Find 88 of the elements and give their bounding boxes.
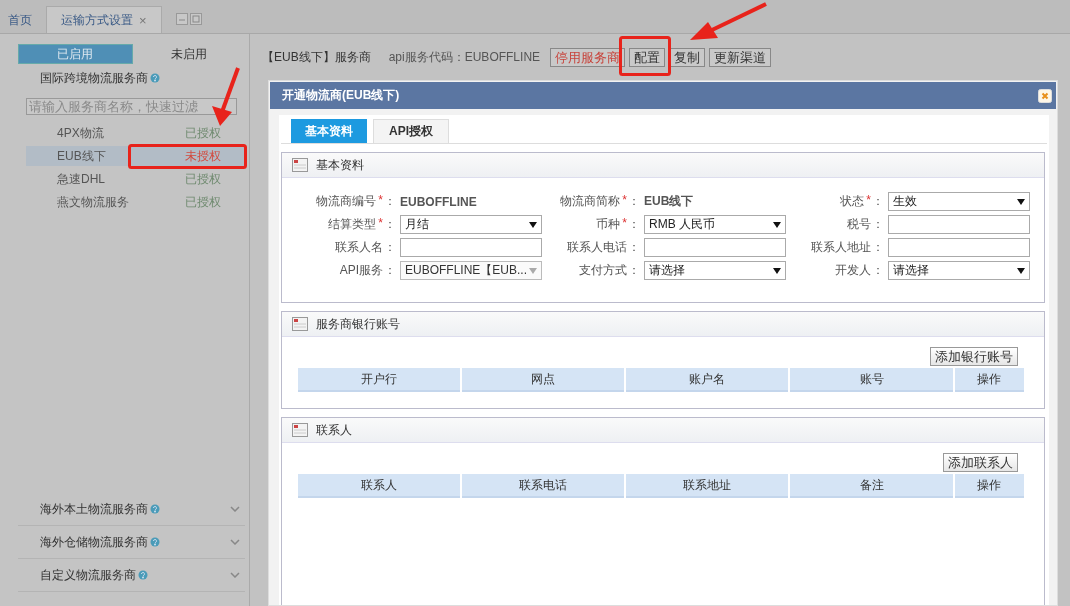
chevron-down-icon (230, 572, 240, 578)
maximize-icon (189, 13, 202, 25)
field-label: 开发人： (834, 262, 884, 279)
auth-status: 已授权 (185, 124, 221, 142)
group-title[interactable]: 国际跨境物流服务商 (40, 69, 148, 87)
group-header[interactable]: 海外本土物流服务商 (18, 493, 245, 526)
panel-icon (292, 316, 308, 332)
provider-name: 燕文物流服务 (57, 193, 129, 211)
dialog-tab[interactable]: API授权 (373, 119, 449, 143)
section-title: 联系人 (316, 421, 352, 439)
auth-status: 已授权 (185, 193, 221, 211)
group-title: 海外本土物流服务商 (40, 500, 148, 518)
input-field[interactable] (400, 238, 542, 257)
dropdown-arrow-icon (529, 267, 537, 274)
close-icon[interactable] (1038, 88, 1052, 103)
dropdown-arrow-icon (1017, 198, 1025, 205)
field-label: 联系人地址： (810, 239, 884, 256)
help-icon (150, 537, 160, 547)
column-header: 联系电话 (462, 474, 625, 498)
provider-name: 4PX物流 (57, 124, 104, 142)
provider-name: 急速DHL (57, 170, 105, 188)
provider-row[interactable]: 急速DHL 已授权 (26, 169, 245, 189)
help-icon (150, 504, 160, 514)
field-value: EUB线下 (644, 193, 695, 210)
filter-tab[interactable]: 未启用 (132, 44, 245, 64)
toolbar-button[interactable]: 配置 (629, 47, 666, 67)
tab[interactable]: 运输方式设置 × (46, 6, 162, 33)
column-header: 联系地址 (626, 474, 789, 498)
select-field[interactable]: 请选择 (644, 261, 786, 280)
provider-row[interactable]: EUB线下 未授权 (26, 146, 245, 166)
dropdown-arrow-icon (773, 267, 781, 274)
panel-icon (292, 157, 308, 173)
chevron-down-icon (230, 506, 240, 512)
help-icon (150, 73, 160, 83)
provider-row[interactable]: 燕文物流服务 已授权 (26, 192, 245, 212)
select-field[interactable]: 生效 (888, 192, 1030, 211)
api-code: api服务代码：EUBOFFLINE (388, 48, 541, 66)
column-header: 操作 (954, 474, 1024, 498)
field-label: 币种 *： (595, 216, 640, 233)
field-label: 物流商编号 *： (315, 193, 396, 210)
group-header[interactable]: 自定义物流服务商 (18, 559, 245, 592)
minimize-icon (175, 13, 188, 25)
section-title: 基本资料 (316, 156, 364, 174)
provider-name: EUB线下 (57, 147, 106, 165)
provider-title: 【EUB线下】服务商 (262, 48, 371, 66)
panel-icon (292, 422, 308, 438)
column-header: 账户名 (626, 368, 789, 392)
section-title: 服务商银行账号 (316, 315, 400, 333)
tab[interactable]: 首页 (0, 7, 40, 33)
column-header: 网点 (462, 368, 625, 392)
select-field[interactable]: 请选择 (888, 261, 1030, 280)
field-value: EUBOFFLINE (400, 193, 478, 211)
dropdown-arrow-icon (529, 221, 537, 228)
dialog-title: 开通物流商(EUB线下) (282, 87, 400, 104)
toolbar-button[interactable]: 更新渠道 (709, 47, 772, 67)
chevron-down-icon (230, 539, 240, 545)
group-title: 海外仓储物流服务商 (40, 533, 148, 551)
add-button[interactable]: 添加银行账号 (930, 347, 1018, 366)
select-field[interactable]: RMB 人民币 (644, 215, 786, 234)
toolbar-button[interactable]: 复制 (669, 47, 706, 67)
column-header: 开户行 (298, 368, 461, 392)
column-header: 备注 (790, 474, 953, 498)
field-label: 状态 *： (839, 193, 884, 210)
group-title: 自定义物流服务商 (40, 566, 136, 584)
help-icon (138, 570, 148, 580)
column-header: 联系人 (298, 474, 461, 498)
provider-row[interactable]: 4PX物流 已授权 (26, 123, 245, 143)
field-label: 联系人名： (334, 239, 396, 256)
group-header[interactable]: 海外仓储物流服务商 (18, 526, 245, 559)
field-label: 支付方式： (578, 262, 640, 279)
field-label: API服务： (338, 262, 396, 279)
column-header: 操作 (954, 368, 1024, 392)
field-label: 联系人电话： (566, 239, 640, 256)
select-field[interactable]: 月结 (400, 215, 542, 234)
field-label: 结算类型 *： (327, 216, 396, 233)
field-label: 物流商简称 *： (559, 193, 640, 210)
highlight-frame (619, 36, 671, 76)
dropdown-arrow-icon (773, 221, 781, 228)
auth-status: 未授权 (185, 147, 221, 165)
column-header: 账号 (790, 368, 953, 392)
auth-status: 已授权 (185, 170, 221, 188)
input-field[interactable] (888, 238, 1030, 257)
input-field[interactable] (888, 215, 1030, 234)
input-field[interactable] (644, 238, 786, 257)
field-label: 税号： (846, 216, 884, 233)
add-button[interactable]: 添加联系人 (943, 453, 1018, 472)
dropdown-arrow-icon (1017, 267, 1025, 274)
select-field[interactable]: EUBOFFLINE【EUB... (400, 261, 542, 280)
